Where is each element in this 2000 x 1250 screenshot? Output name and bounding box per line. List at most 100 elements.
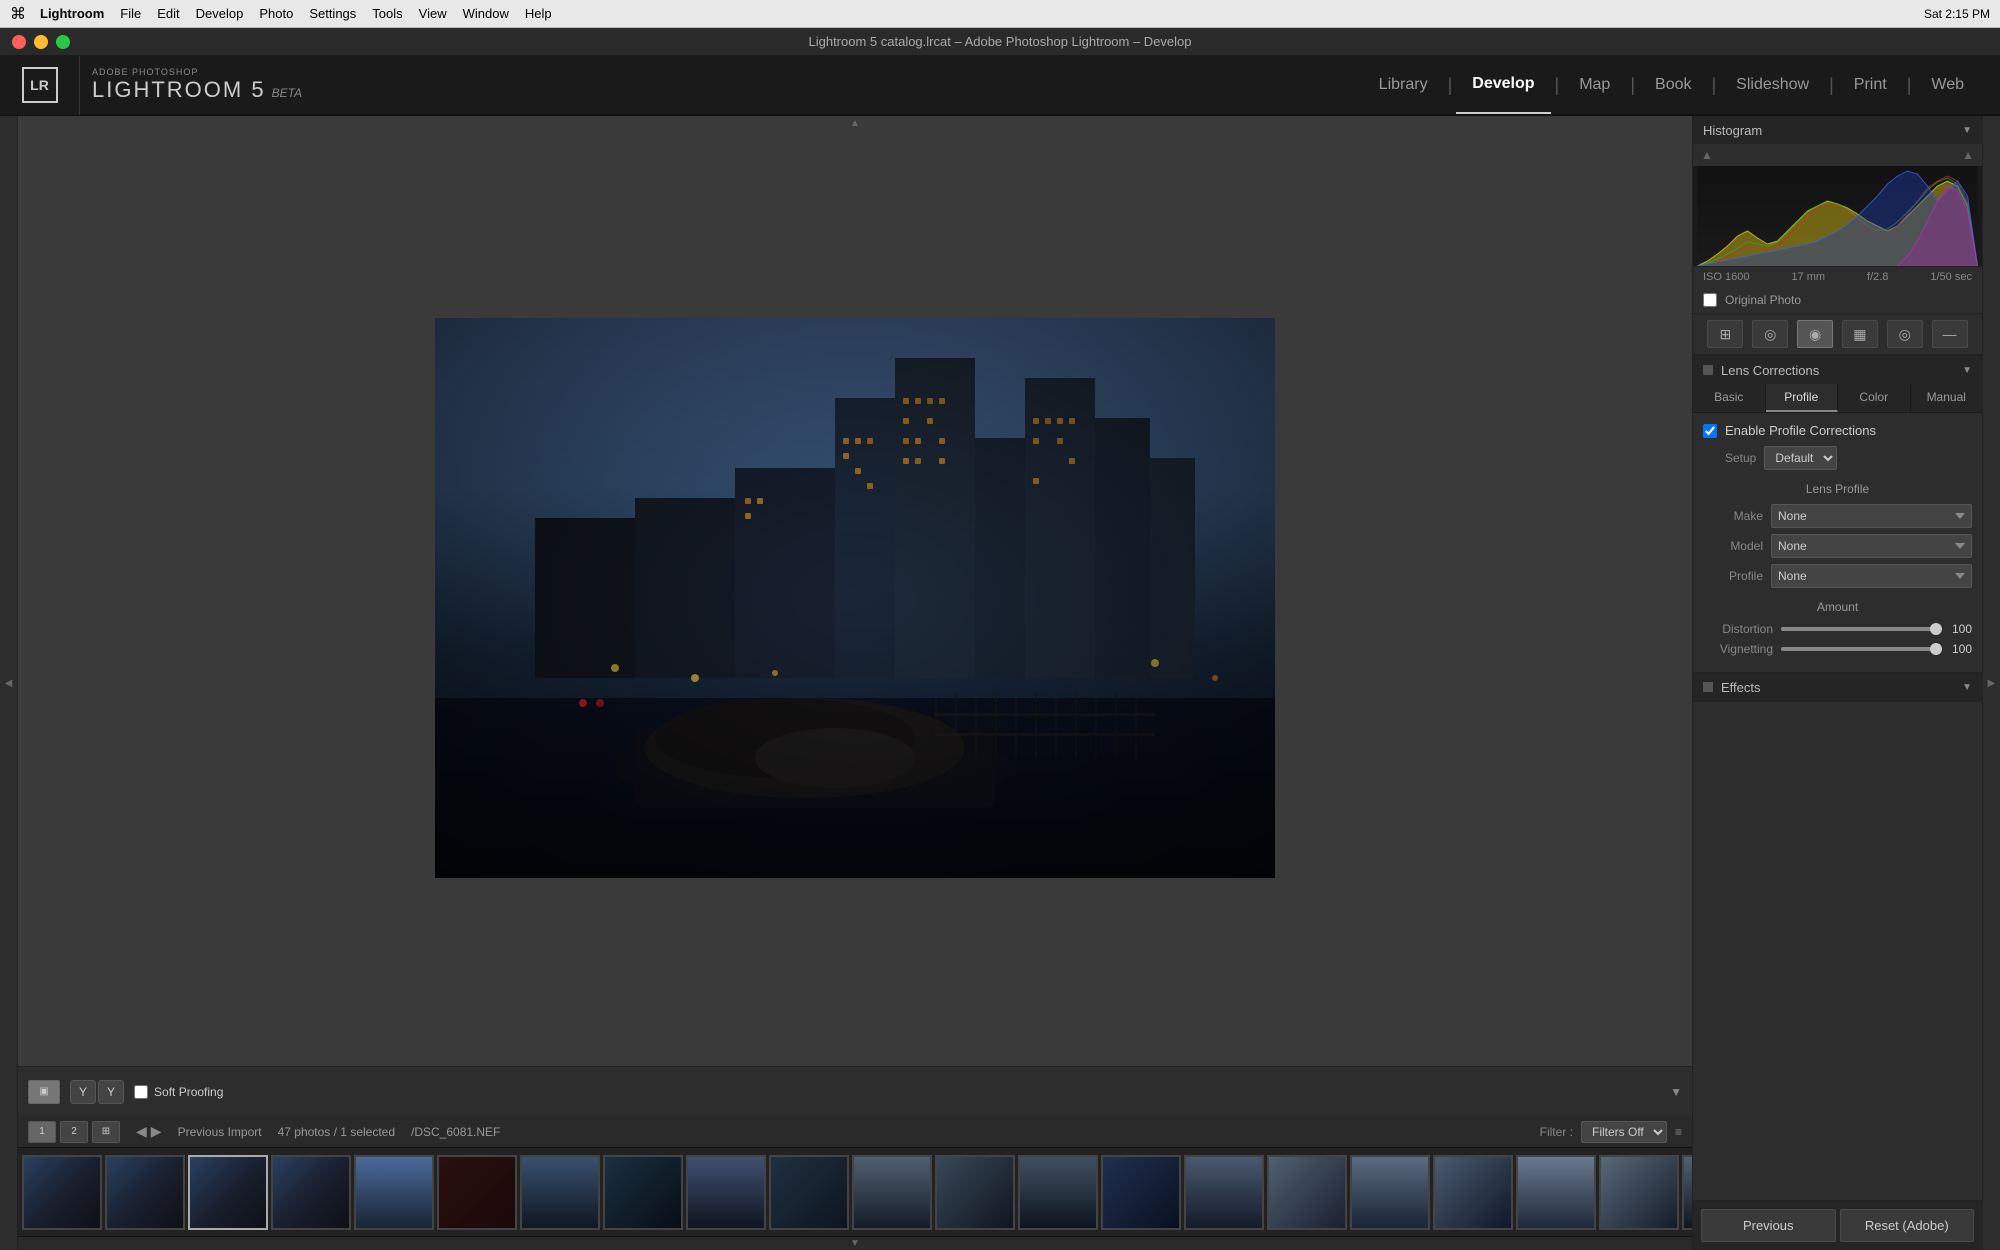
menu-photo[interactable]: Photo [259,6,293,21]
thumb-18[interactable] [1433,1155,1513,1230]
bottom-expand[interactable]: ▼ [18,1236,1692,1250]
crop-tool[interactable]: ⊞ [1707,320,1743,348]
view-single-icon: ▣ [39,1086,48,1097]
thumb-8[interactable] [603,1155,683,1230]
lens-tab-manual[interactable]: Manual [1911,384,1983,412]
view-dropdown-arrow[interactable]: ▼ [1670,1085,1682,1099]
graduated-filter-tool[interactable]: ▦ [1842,320,1878,348]
effects-section: Effects ▼ [1693,673,1982,702]
thumb-14[interactable] [1101,1155,1181,1230]
nav-slideshow[interactable]: Slideshow [1720,56,1825,114]
menu-develop[interactable]: Develop [196,6,244,21]
previous-button[interactable]: Previous [1701,1209,1836,1242]
nav-map[interactable]: Map [1563,56,1626,114]
lens-collapse-indicator [1703,365,1713,375]
histogram-right-arrow[interactable]: ▲ [1962,148,1974,162]
label-y2[interactable]: Y [98,1080,124,1104]
thumb-19[interactable] [1516,1155,1596,1230]
histogram-title: Histogram [1703,123,1762,138]
reset-button[interactable]: Reset (Adobe) [1840,1209,1975,1242]
make-select[interactable]: None [1771,504,1972,528]
effects-panel-header[interactable]: Effects ▼ [1693,673,1982,701]
thumb-11[interactable] [852,1155,932,1230]
photo-wrapper [435,318,1275,878]
lens-tab-color[interactable]: Color [1838,384,1911,412]
thumb-20[interactable] [1599,1155,1679,1230]
soft-proofing-checkbox[interactable] [134,1085,148,1099]
thumb-16[interactable] [1267,1155,1347,1230]
photo-container[interactable] [18,130,1692,1066]
left-panel-arrow-icon: ◀ [5,678,13,689]
setup-row: Setup Default [1703,446,1972,470]
nav-web[interactable]: Web [1915,56,1980,114]
prev-arrow[interactable]: ◀ [136,1123,147,1140]
thumb-21[interactable] [1682,1155,1692,1230]
thumb-9[interactable] [686,1155,766,1230]
distortion-slider-thumb[interactable] [1930,623,1942,635]
distortion-value: 100 [1942,622,1972,636]
filter-area: Filter : Filters Off ≡ [1540,1121,1682,1143]
profile-select[interactable]: None [1771,564,1972,588]
thumb-15[interactable] [1184,1155,1264,1230]
thumb-12[interactable] [935,1155,1015,1230]
thumb-1[interactable] [22,1155,102,1230]
menu-settings[interactable]: Settings [309,6,356,21]
histogram-left-arrow[interactable]: ▲ [1701,148,1713,162]
right-panel-toggle[interactable]: ▶ [1982,116,2000,1250]
menu-window[interactable]: Window [463,6,509,21]
adjustment-brush-tool[interactable]: — [1932,320,1968,348]
minimize-button[interactable] [34,35,48,49]
apple-menu[interactable]: ⌘ [10,4,26,24]
histogram-svg [1693,166,1982,266]
center-area: ▲ [18,116,1692,1250]
vignetting-slider-thumb[interactable] [1930,643,1942,655]
setup-select[interactable]: Default [1764,446,1837,470]
thumb-2[interactable] [105,1155,185,1230]
top-expand[interactable]: ▲ [18,116,1692,130]
radial-filter-tool[interactable]: ◎ [1887,320,1923,348]
red-eye-tool[interactable]: ◉ [1797,320,1833,348]
left-panel-toggle[interactable]: ◀ [0,116,18,1250]
label-y1[interactable]: Y [70,1080,96,1104]
close-button[interactable] [12,35,26,49]
spot-removal-tool[interactable]: ◎ [1752,320,1788,348]
thumb-7[interactable] [520,1155,600,1230]
view-single-button[interactable]: ▣ [28,1080,60,1104]
thumb-17[interactable] [1350,1155,1430,1230]
app-header: LR ADOBE PHOTOSHOP LIGHTROOM 5 BETA Libr… [0,56,2000,116]
thumb-13[interactable] [1018,1155,1098,1230]
thumb-10[interactable] [769,1155,849,1230]
collection-grid-view[interactable]: ⊞ [92,1121,120,1143]
menu-file[interactable]: File [120,6,141,21]
menu-edit[interactable]: Edit [157,6,179,21]
thumb-4[interactable] [271,1155,351,1230]
collection-tab-2[interactable]: 2 [60,1121,88,1143]
nav-library[interactable]: Library [1363,56,1444,114]
filmstrip-collapse-icon[interactable]: ≡ [1675,1125,1682,1139]
lens-tab-profile[interactable]: Profile [1766,384,1839,412]
menu-view[interactable]: View [419,6,447,21]
lens-tab-basic[interactable]: Basic [1693,384,1766,412]
nav-develop[interactable]: Develop [1456,56,1550,114]
nav-book[interactable]: Book [1639,56,1707,114]
exif-shutter: 1/50 sec [1930,271,1972,283]
filmstrip-file[interactable]: /DSC_6081.NEF [411,1125,500,1139]
thumb-6[interactable] [437,1155,517,1230]
menu-tools[interactable]: Tools [372,6,402,21]
adobe-label: ADOBE PHOTOSHOP [92,67,302,77]
menu-lightroom[interactable]: Lightroom [40,6,104,21]
maximize-button[interactable] [56,35,70,49]
model-select[interactable]: None [1771,534,1972,558]
thumb-5[interactable] [354,1155,434,1230]
nav-print[interactable]: Print [1838,56,1903,114]
original-photo-checkbox[interactable] [1703,293,1717,307]
collection-tab-1[interactable]: 1 [28,1121,56,1143]
thumb-3[interactable] [188,1155,268,1230]
filter-select[interactable]: Filters Off [1581,1121,1667,1143]
menu-help[interactable]: Help [525,6,552,21]
lens-corrections-header[interactable]: Lens Corrections ▼ [1693,356,1982,384]
filmstrip-import-label: Previous Import [178,1125,262,1139]
next-arrow[interactable]: ▶ [151,1123,162,1140]
enable-corrections-checkbox[interactable] [1703,424,1717,438]
histogram-panel-header[interactable]: Histogram ▼ [1693,116,1982,144]
